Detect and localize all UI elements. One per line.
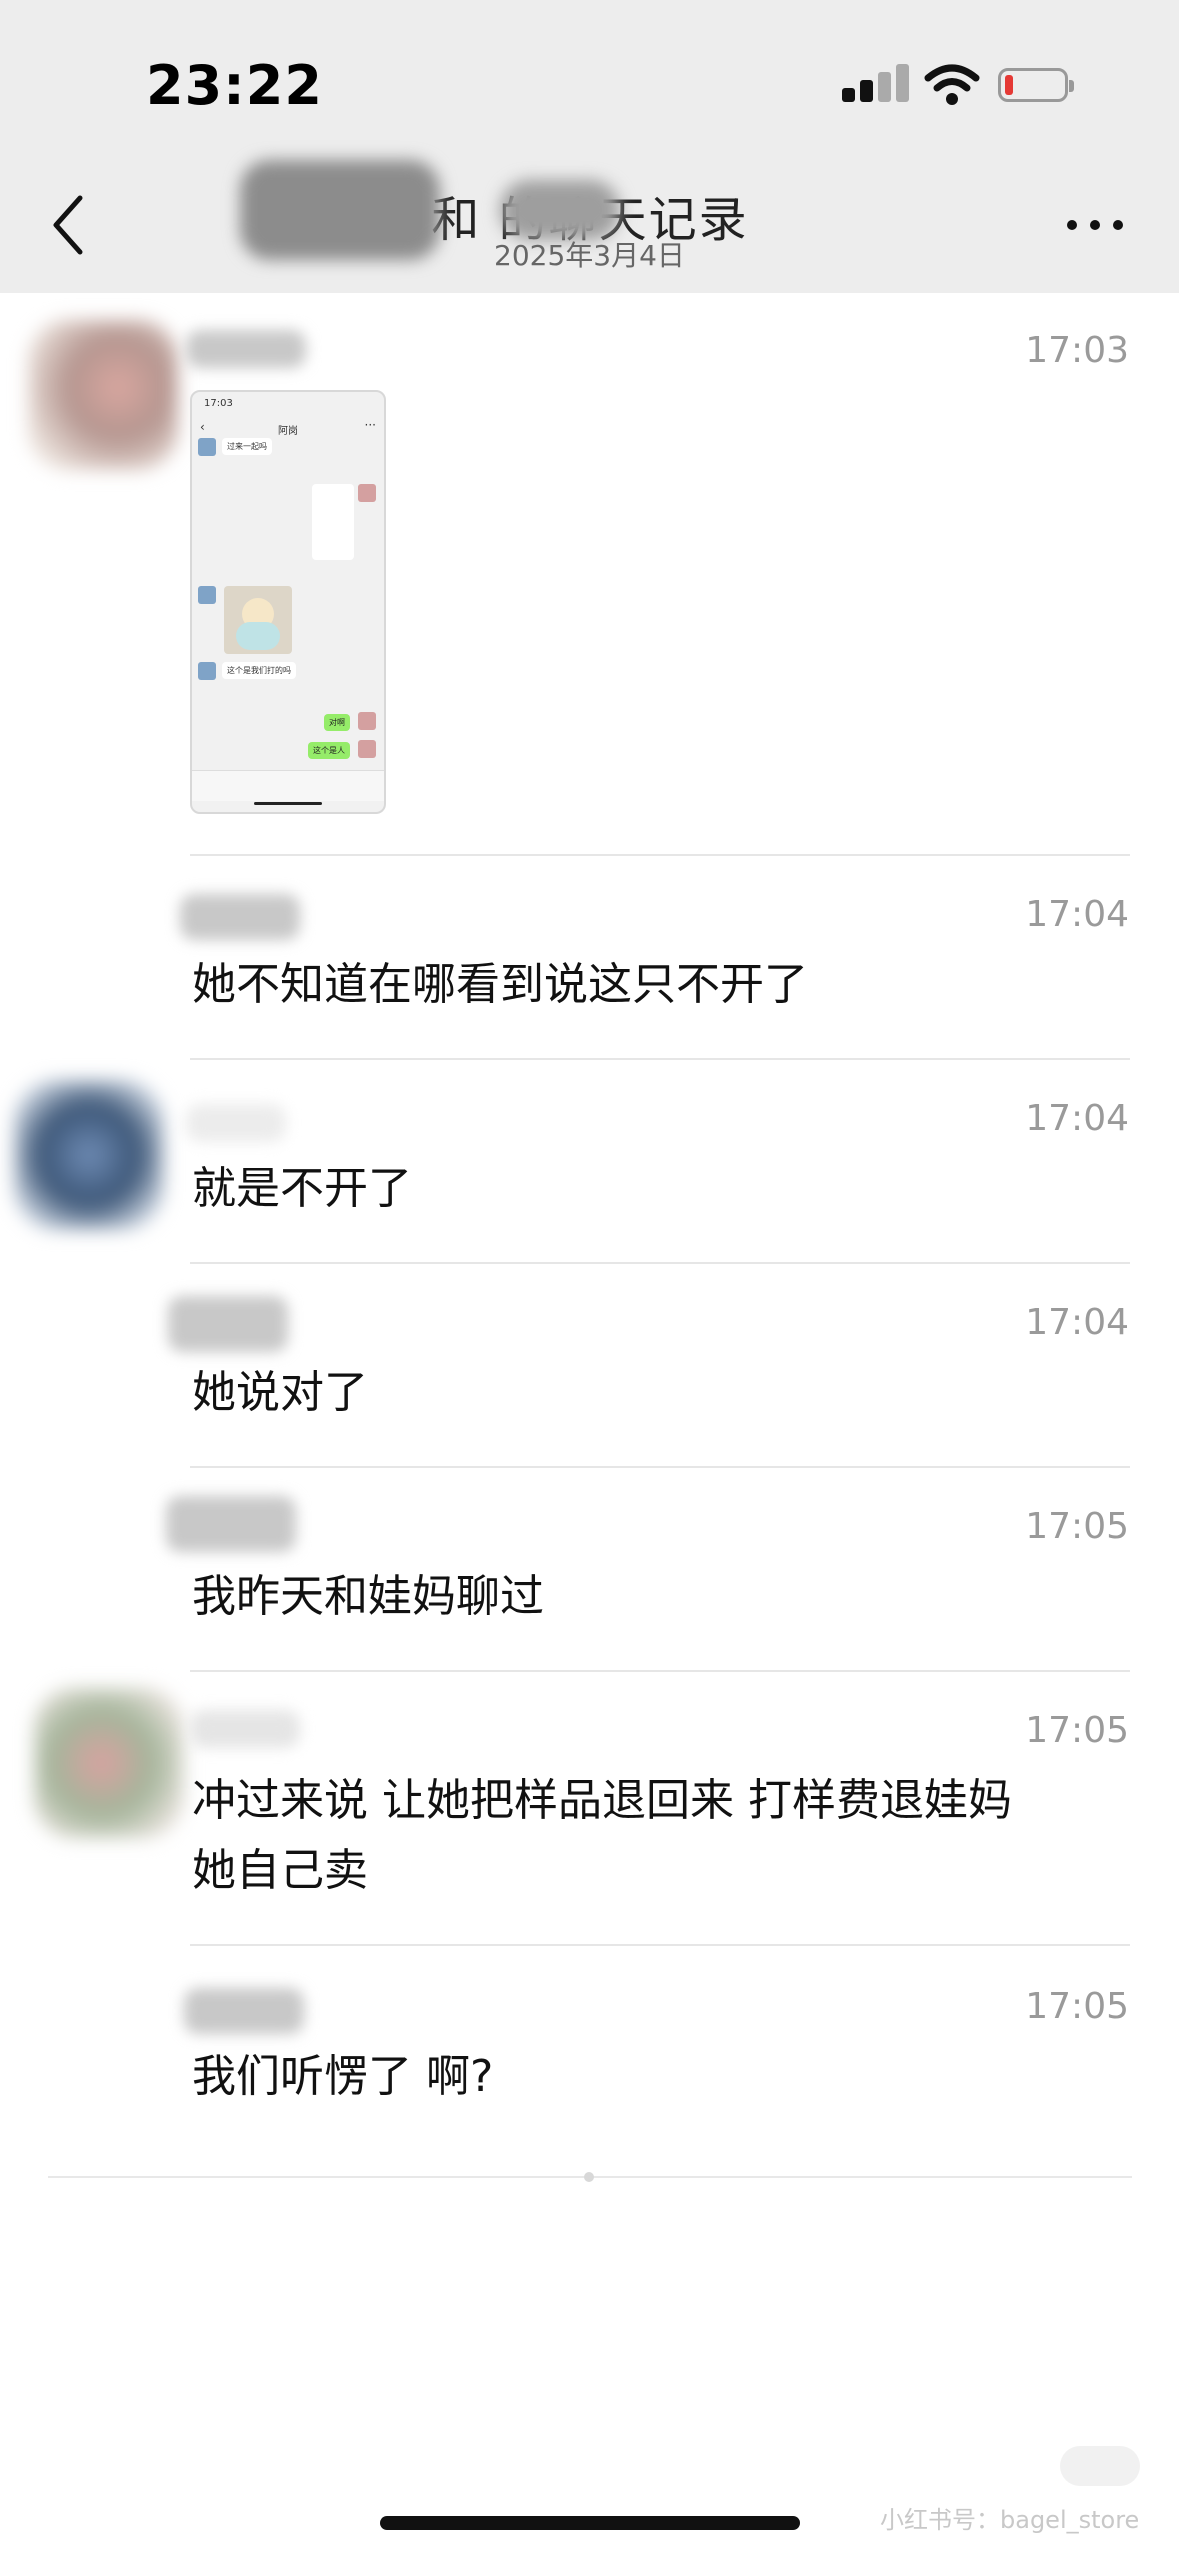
message-time: 17:04 — [1025, 894, 1129, 935]
thumb-more-icon: ··· — [364, 418, 376, 432]
signal-bar — [842, 88, 855, 102]
thumb-avatar — [198, 662, 216, 680]
message-text: 我们听愣了 啊? — [192, 2051, 494, 2102]
thumb-bubble: 这个是人 — [308, 742, 350, 759]
chat-date: 2025年3月4日 — [494, 239, 685, 272]
status-icons — [842, 64, 1082, 108]
message-text: 她说对了 — [192, 1367, 368, 1418]
more-options-icon[interactable] — [1060, 205, 1130, 245]
message-text: 我昨天和娃妈聊过 — [192, 1571, 544, 1622]
message-divider — [190, 1466, 1130, 1468]
thumb-avatar — [358, 484, 376, 502]
end-dot — [584, 2172, 594, 2182]
thumb-bubble: 过来一起吗 — [222, 438, 272, 455]
thumb-avatar — [358, 712, 376, 730]
message-time: 17:04 — [1025, 1302, 1129, 1343]
sender-name — [180, 894, 300, 940]
thumb-avatar — [198, 438, 216, 456]
battery-icon — [998, 68, 1074, 102]
message-text: 她不知道在哪看到说这只不开了 — [192, 959, 808, 1010]
message-divider — [190, 1944, 1130, 1946]
wifi-icon — [924, 64, 980, 105]
chat-title: 和 的聊天记录 — [220, 160, 960, 260]
redacted-name — [500, 180, 620, 240]
message-divider — [190, 1058, 1130, 1060]
signal-bar — [878, 72, 891, 102]
sender-name — [168, 1296, 288, 1352]
thumb-bubble: 对啊 — [324, 714, 350, 731]
avatar[interactable] — [14, 1080, 164, 1230]
watermark: 小红书号：bagel_store — [880, 2506, 1140, 2534]
image-message[interactable]: 17:03 ‹ 阿岗 ··· 过来一起吗 这个是我们打的吗 对啊 这个是人 — [190, 390, 386, 814]
message-time: 17:04 — [1025, 1098, 1129, 1139]
avatar[interactable] — [34, 1688, 184, 1838]
avatar[interactable] — [28, 320, 178, 470]
sender-name — [190, 1710, 300, 1748]
sender-name — [186, 330, 306, 368]
message-time: 17:05 — [1025, 1506, 1129, 1547]
thumb-title: 阿岗 — [278, 426, 298, 437]
message-divider — [190, 854, 1130, 856]
watermark-logo — [1060, 2446, 1140, 2486]
signal-bar — [860, 80, 873, 102]
message-divider — [190, 1670, 1130, 1672]
nav-header: 23:22 和 的聊天记录 2025年3月4日 — [0, 0, 1179, 293]
home-indicator[interactable] — [380, 2516, 800, 2530]
message-divider — [190, 1262, 1130, 1264]
message-text-line: 冲过来说 让她把样品退回来 打样费退娃妈 — [192, 1775, 1012, 1826]
status-time: 23:22 — [146, 54, 323, 117]
thumb-avatar — [358, 740, 376, 758]
sender-name — [184, 1988, 304, 2034]
thumb-status-time: 17:03 — [204, 398, 233, 409]
message-text-line: 她自己卖 — [192, 1845, 368, 1896]
message-time: 17:05 — [1025, 1986, 1129, 2027]
message-time: 17:03 — [1025, 330, 1129, 371]
sender-name — [166, 1496, 296, 1552]
message-text: 就是不开了 — [192, 1163, 412, 1214]
thumb-bubble: 这个是我们打的吗 — [222, 662, 296, 679]
thumb-home-indicator — [254, 802, 322, 805]
thumb-input-bar — [192, 770, 384, 801]
sender-name — [186, 1104, 286, 1142]
thumb-avatar — [198, 586, 216, 604]
thumb-sticker-image — [224, 586, 292, 654]
signal-bar — [896, 64, 909, 102]
message-time: 17:05 — [1025, 1710, 1129, 1751]
thumb-bubble — [312, 484, 354, 560]
battery-level — [1005, 75, 1013, 95]
